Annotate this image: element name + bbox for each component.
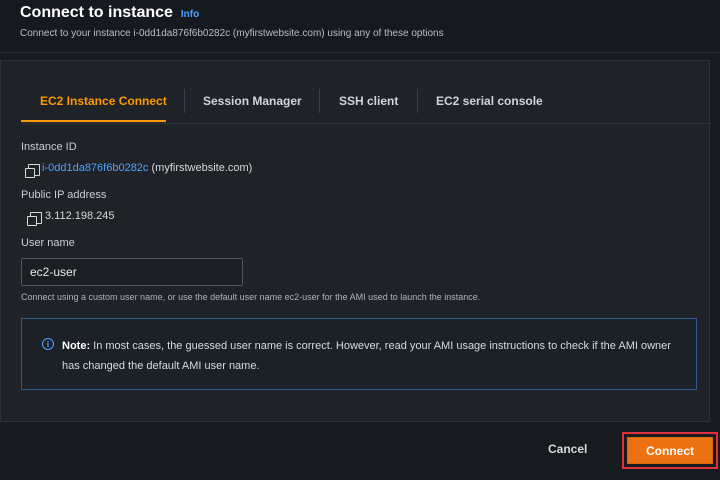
alert-note-prefix: Note: xyxy=(62,340,91,352)
tab-label: EC2 serial console xyxy=(436,94,543,108)
active-tab-indicator xyxy=(21,120,166,122)
copy-icon[interactable] xyxy=(25,164,40,178)
connection-options-panel: EC2 Instance Connect Session Manager SSH… xyxy=(0,60,711,422)
instance-id-suffix: (myfirstwebsite.com) xyxy=(148,162,253,174)
tab-divider xyxy=(319,89,320,113)
tab-label: EC2 Instance Connect xyxy=(40,94,167,108)
tab-ec2-instance-connect[interactable]: EC2 Instance Connect xyxy=(21,81,186,121)
user-name-label: User name xyxy=(21,237,75,249)
copy-icon[interactable] xyxy=(27,212,42,226)
connect-button-highlight: Connect xyxy=(622,432,718,469)
alert-text: Note: In most cases, the guessed user na… xyxy=(62,336,682,376)
connection-tabs: EC2 Instance Connect Session Manager SSH… xyxy=(21,81,711,124)
tab-divider xyxy=(184,89,185,113)
user-name-input[interactable]: ec2-user xyxy=(21,258,243,286)
tab-divider xyxy=(417,89,418,113)
title-row: Connect to instance Info xyxy=(20,4,199,22)
tab-ec2-serial-console[interactable]: EC2 serial console xyxy=(436,81,556,121)
tab-label: Session Manager xyxy=(203,94,302,108)
connect-button[interactable]: Connect xyxy=(627,437,713,464)
tab-label: SSH client xyxy=(339,94,399,108)
tab-session-manager[interactable]: Session Manager xyxy=(203,81,321,121)
instance-id-link[interactable]: i-0dd1da876f6b0282c xyxy=(42,162,148,174)
public-ip-value: 3.112.198.245 xyxy=(45,210,115,222)
page-header: Connect to instance Info Connect to your… xyxy=(0,0,720,53)
info-icon: i xyxy=(42,338,54,350)
page-title: Connect to instance xyxy=(20,4,173,21)
dialog-footer: Cancel Connect xyxy=(0,423,720,480)
info-link[interactable]: Info xyxy=(181,9,199,20)
public-ip-label: Public IP address xyxy=(21,189,107,201)
user-name-value: ec2-user xyxy=(30,265,77,279)
tab-ssh-client[interactable]: SSH client xyxy=(339,81,417,121)
page-subtitle: Connect to your instance i-0dd1da876f6b0… xyxy=(20,28,444,39)
instance-id-value: i-0dd1da876f6b0282c (myfirstwebsite.com) xyxy=(42,162,252,174)
cancel-button[interactable]: Cancel xyxy=(548,442,587,456)
connect-to-instance-page: Connect to instance Info Connect to your… xyxy=(0,0,720,480)
user-name-hint: Connect using a custom user name, or use… xyxy=(21,292,481,302)
alert-note-body: In most cases, the guessed user name is … xyxy=(62,340,671,372)
info-alert: i Note: In most cases, the guessed user … xyxy=(21,318,697,390)
instance-id-label: Instance ID xyxy=(21,141,77,153)
